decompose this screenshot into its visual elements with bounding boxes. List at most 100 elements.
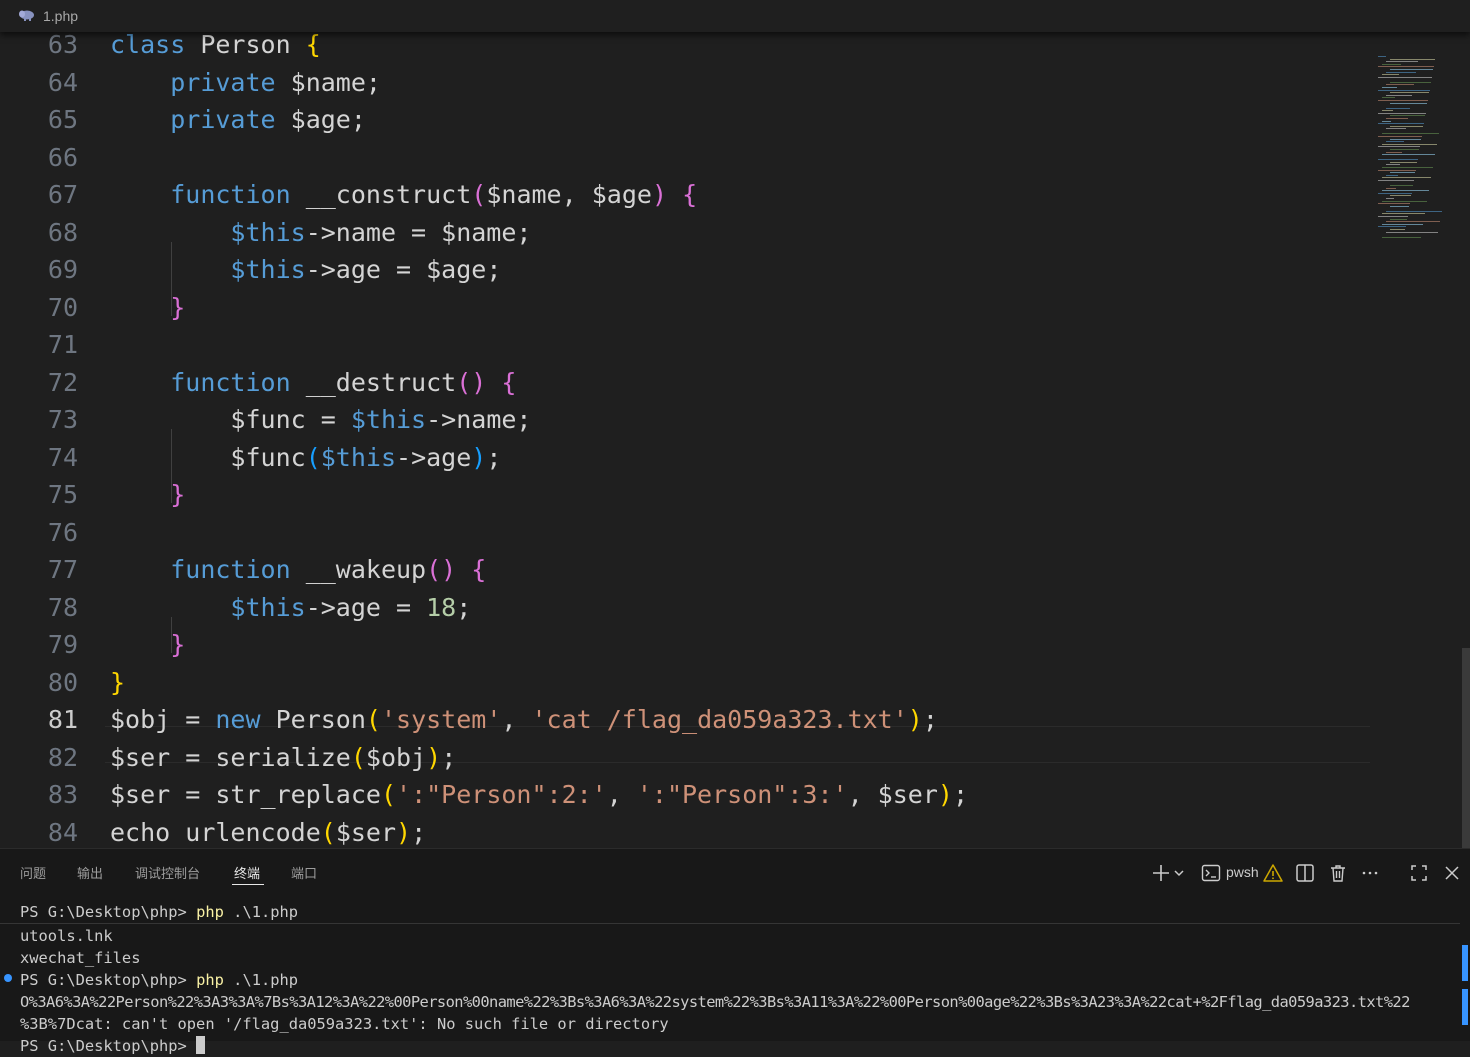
code-line: 78 $this->age = 18;: [0, 589, 1370, 627]
code-editor[interactable]: 63 class Person { 64 private $name; 65 p…: [0, 26, 1470, 848]
terminal-line: PS G:\Desktop\php> php .\1.php: [20, 903, 299, 921]
tab-problems[interactable]: 问题: [20, 863, 46, 882]
minimap-line: [1382, 167, 1433, 168]
minimap-line: [1378, 136, 1422, 137]
tab-terminal[interactable]: 终端: [234, 863, 260, 882]
minimap-line: [1390, 138, 1421, 140]
plus-icon[interactable]: [1150, 862, 1172, 884]
minimap-line: [1382, 133, 1439, 135]
code-line: 84 echo urlencode($ser);: [0, 814, 1370, 849]
terminal-line: O%3A6%3A%22Person%22%3A3%3A%7Bs%3A12%3A%…: [20, 993, 1410, 1011]
code-line: 80 }: [0, 664, 1370, 702]
line-number: 79: [47, 630, 78, 659]
minimap-line: [1378, 180, 1414, 181]
minimap-line: [1390, 58, 1435, 60]
line-number: 74: [47, 442, 78, 472]
minimap-line: [1382, 223, 1423, 225]
terminal-shell-label[interactable]: pwsh: [1226, 864, 1259, 880]
minimap-line: [1386, 210, 1442, 212]
code-line: 66: [0, 139, 1370, 177]
line-number: 70: [47, 292, 78, 322]
minimap-line: [1378, 146, 1420, 148]
line-number: 65: [47, 105, 78, 134]
terminal-scroll-marker: [1462, 989, 1468, 1025]
line-number: 84: [47, 817, 78, 847]
terminal-scroll-marker: [1462, 945, 1468, 981]
breadcrumb-file-name[interactable]: 1.php: [43, 8, 78, 24]
code-line: 67 function __construct($name, $age) {: [0, 176, 1370, 214]
line-number: 66: [47, 142, 78, 172]
minimap-line: [1386, 118, 1408, 119]
minimap-line: [1378, 216, 1408, 217]
code-line: 79 }: [0, 626, 1370, 664]
line-number: 82: [47, 742, 78, 772]
more-icon[interactable]: [1359, 862, 1381, 884]
maximize-icon[interactable]: [1408, 862, 1430, 884]
terminal-divider: [0, 923, 1460, 924]
terminal-line: utools.lnk: [20, 927, 113, 945]
code-line: 73 $func = $this->name;: [0, 401, 1370, 439]
minimap-line: [1382, 143, 1437, 145]
minimap-line: [1382, 213, 1425, 215]
tab-ports[interactable]: 端口: [291, 863, 317, 882]
chevron-down-icon[interactable]: [1172, 862, 1186, 884]
minimap-line: [1386, 71, 1416, 73]
minimap-line: [1386, 61, 1418, 63]
active-tab-indicator: [232, 884, 264, 885]
minimap-line: [1390, 115, 1425, 117]
command-decoration-dot[interactable]: [4, 974, 12, 982]
minimap-line: [1386, 84, 1414, 86]
minimap-line: [1378, 192, 1412, 194]
breadcrumb: 1.php: [0, 0, 1470, 32]
code-line: 82 $ser = serialize($obj);: [0, 739, 1370, 777]
minimap-line: [1390, 102, 1427, 104]
line-number: 68: [47, 217, 78, 247]
minimap-line: [1382, 97, 1395, 99]
code-line: 72 function __destruct() {: [0, 364, 1370, 402]
minimap-line: [1378, 100, 1428, 101]
line-number: 67: [47, 180, 78, 209]
minimap-line: [1378, 123, 1424, 125]
tab-debug-console[interactable]: 调试控制台: [135, 863, 200, 882]
minimap-line: [1382, 110, 1393, 112]
minimap-line: [1386, 107, 1410, 109]
code-line: 74 $func($this->age);: [0, 439, 1370, 477]
minimap-line: [1386, 151, 1402, 153]
minimap-line: [1378, 159, 1418, 161]
terminal-line: xwechat_files: [20, 949, 141, 967]
minimap-line: [1382, 200, 1427, 202]
editor-scrollbar[interactable]: [1462, 648, 1470, 848]
minimap-line: [1382, 236, 1421, 238]
minimap-line: [1386, 174, 1398, 176]
php-elephant-icon: [19, 10, 34, 21]
minimap-line: [1378, 76, 1432, 78]
minimap-line: [1390, 149, 1419, 150]
line-number: 83: [47, 780, 78, 809]
minimap-line: [1386, 231, 1438, 233]
minimap-line: [1390, 205, 1409, 207]
minimap-line: [1378, 89, 1430, 91]
terminal-icon[interactable]: [1200, 862, 1222, 884]
terminal-cursor: [196, 1036, 206, 1054]
minimap-line: [1390, 69, 1433, 70]
minimap-line: [1378, 169, 1416, 171]
split-icon[interactable]: [1294, 862, 1316, 884]
close-icon[interactable]: [1441, 862, 1463, 884]
panel-tabs: 问题 输出 调试控制台 终端 端口 pwsh: [0, 849, 1470, 893]
line-number: 72: [47, 367, 78, 397]
tab-output[interactable]: 输出: [77, 863, 103, 882]
code-line: 71: [0, 326, 1370, 364]
minimap-line: [1390, 81, 1431, 83]
minimap-line: [1378, 203, 1410, 205]
minimap[interactable]: [1372, 52, 1470, 848]
code-line: 68 $this->name = $name;: [0, 214, 1370, 252]
minimap-line: [1386, 187, 1396, 189]
line-number-active: 81: [47, 705, 78, 734]
code-line-active: 81 $obj = new Person('system', 'cat /fla…: [0, 701, 1370, 739]
minimap-line: [1390, 172, 1415, 174]
code-line: 83 $ser = str_replace(':"Person":2:', ':…: [0, 776, 1370, 814]
line-number: 71: [47, 330, 78, 359]
minimap-line: [1390, 185, 1413, 186]
warning-icon[interactable]: [1262, 862, 1284, 884]
trash-icon[interactable]: [1327, 862, 1349, 884]
